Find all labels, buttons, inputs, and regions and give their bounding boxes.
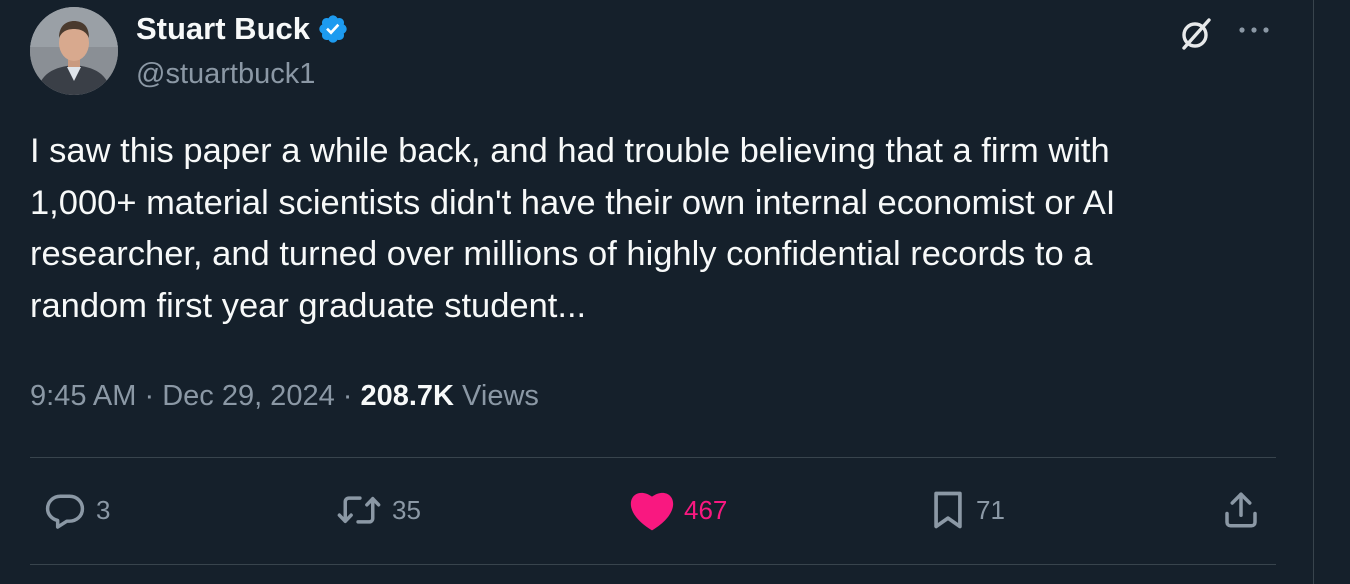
reply-icon xyxy=(42,488,88,532)
views-label[interactable]: Views xyxy=(454,380,539,412)
more-icon[interactable] xyxy=(1232,18,1276,42)
divider xyxy=(30,564,1276,565)
views-count[interactable]: 208.7K xyxy=(360,380,454,412)
like-button[interactable]: 467 xyxy=(628,488,727,532)
tweet-text: I saw this paper a while back, and had t… xyxy=(30,126,1290,332)
tweet-meta: 9:45 AM · Dec 29, 2024 · 208.7K Views xyxy=(30,376,539,416)
like-icon xyxy=(628,488,676,532)
tweet-date[interactable]: Dec 29, 2024 xyxy=(162,380,335,412)
column-border xyxy=(1313,0,1314,584)
share-icon xyxy=(1220,488,1262,532)
author-name-row: Stuart Buck xyxy=(136,10,349,48)
reply-button[interactable]: 3 xyxy=(42,488,110,532)
tweet-time[interactable]: 9:45 AM xyxy=(30,380,136,412)
reply-count: 3 xyxy=(96,495,111,525)
tweet-line: researcher, and turned over millions of … xyxy=(30,235,1093,273)
verified-badge-icon[interactable] xyxy=(317,13,349,45)
author-name[interactable]: Stuart Buck xyxy=(136,10,310,48)
avatar[interactable] xyxy=(30,7,118,95)
grok-icon[interactable] xyxy=(1176,14,1216,54)
like-count: 467 xyxy=(684,495,728,525)
meta-separator: · xyxy=(136,380,163,412)
repost-button[interactable]: 35 xyxy=(334,488,421,532)
tweet-line: I saw this paper a while back, and had t… xyxy=(30,132,1110,170)
tweet-line: random first year graduate student... xyxy=(30,286,587,325)
bookmark-count: 71 xyxy=(976,495,1005,525)
share-button[interactable] xyxy=(1220,488,1262,532)
repost-icon xyxy=(334,488,384,532)
meta-separator: · xyxy=(334,380,361,412)
divider xyxy=(30,457,1276,458)
repost-count: 35 xyxy=(392,495,421,525)
author-handle[interactable]: @stuartbuck1 xyxy=(136,56,315,92)
tweet-line: 1,000+ material scientists didn't have t… xyxy=(30,183,1116,222)
bookmark-button[interactable]: 71 xyxy=(928,488,1005,532)
bookmark-icon xyxy=(928,488,968,532)
